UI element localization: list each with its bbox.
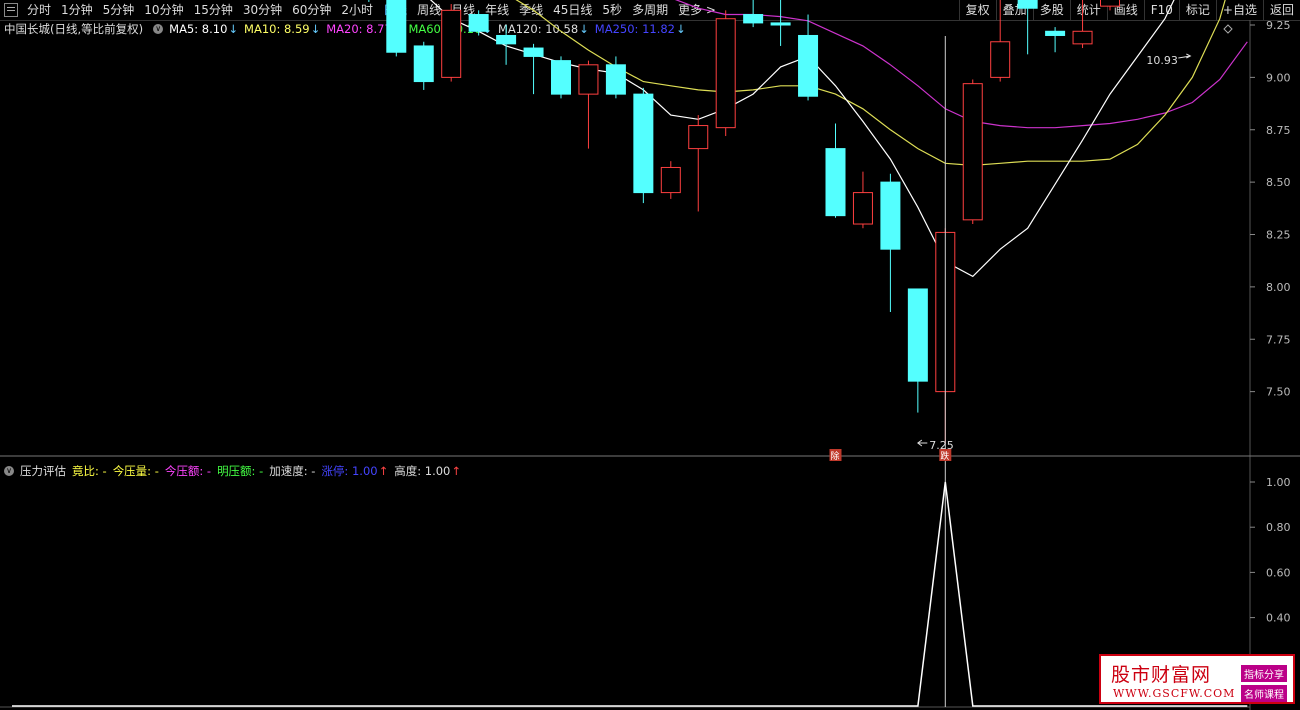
candle-body-down [496,34,517,45]
candle-body-up [852,192,873,225]
candle-body-up [990,41,1011,78]
sub-tick-label: 0.40 [1266,612,1291,625]
candle-body-down [743,14,764,24]
candle-body-down [523,47,544,57]
candle-body-up [660,166,681,194]
candle-body-down [1045,30,1066,36]
price-tick-label: 9.00 [1266,71,1291,84]
price-tick-label: 8.25 [1266,229,1291,242]
sub-tick-label: 1.00 [1266,476,1291,489]
watermark-tag-2: 名师课程 [1241,685,1287,702]
sub-label-3: 明压额: - [217,464,264,478]
high-price-label: 10.93 [1146,54,1178,67]
price-tick-label: 8.00 [1266,281,1291,294]
candle-body-up [1072,30,1093,45]
diamond-icon [1223,24,1233,34]
price-tick-label: 8.75 [1266,124,1291,137]
sub-label-0: 竟比: - [72,464,107,478]
low-arrow-icon [917,439,928,447]
candle-body-down [551,60,571,95]
candle-body-down [880,181,901,250]
sub-label-4: 加速度: - [269,464,316,478]
candle-body-down [386,0,407,53]
watermark-url: WWW.GSCFW.COM [1113,687,1236,700]
sub-tick-label: 0.60 [1266,566,1291,579]
candle-body-up [715,18,736,129]
watermark-logo: 股市财富网 WWW.GSCFW.COM 指标分享 名师课程 [1099,654,1295,704]
sub-label-2: 今压额: - [164,464,212,478]
sub-indicator-line [12,481,1248,707]
sub-label-6: 高度: 1.00 [394,464,451,478]
candle-body-up [962,83,983,221]
candle-body-down [770,22,791,26]
candle-body-down [413,45,434,83]
candle-body-down [825,148,846,217]
candle-body-up [1100,0,1120,7]
kline-chart[interactable]: 11.0010.7510.5010.2510.009.759.509.259.0… [0,0,1300,710]
sub-label-5: 涨停: 1.00 [321,464,378,478]
sub-title: 压力评估 [20,464,66,478]
sub-tick-label: 0.80 [1266,521,1291,534]
candle-body-up [578,64,599,95]
ma10-line [515,0,1226,167]
candle-body-down [1017,0,1038,9]
price-tick-label: 7.50 [1266,386,1291,399]
price-tick-label: 9.25 [1266,19,1291,32]
watermark-title: 股市财富网 [1111,664,1212,686]
ma20-line [674,0,1248,129]
event-marker-text-marker2: 跌 [940,451,949,462]
price-tick-label: 7.75 [1266,333,1291,346]
up-arrow-icon: ↑ [451,464,461,478]
candle-body-down [798,34,819,97]
candle-body-down [907,288,928,382]
candle-body-down [468,14,489,32]
sub-label-1: 今压量: - [112,464,159,478]
up-arrow-icon: ↑ [378,464,389,478]
high-arrow-icon [1178,53,1192,59]
candle-body-up [688,125,709,150]
watermark-tag-1: 指标分享 [1241,665,1287,682]
sub-info-bar: ∨ 压力评估 竟比: - 今压量: - 今压额: - 明压额: - 加速度: - 涨停: … [0,463,467,479]
event-marker-text-marker1: 除 [831,450,840,462]
candle-body-down [633,93,654,194]
candle-body-down [605,64,626,95]
price-tick-label: 8.50 [1266,176,1291,189]
sub-settings-circle-icon[interactable]: ∨ [4,466,14,476]
candle-body-up [441,9,462,78]
